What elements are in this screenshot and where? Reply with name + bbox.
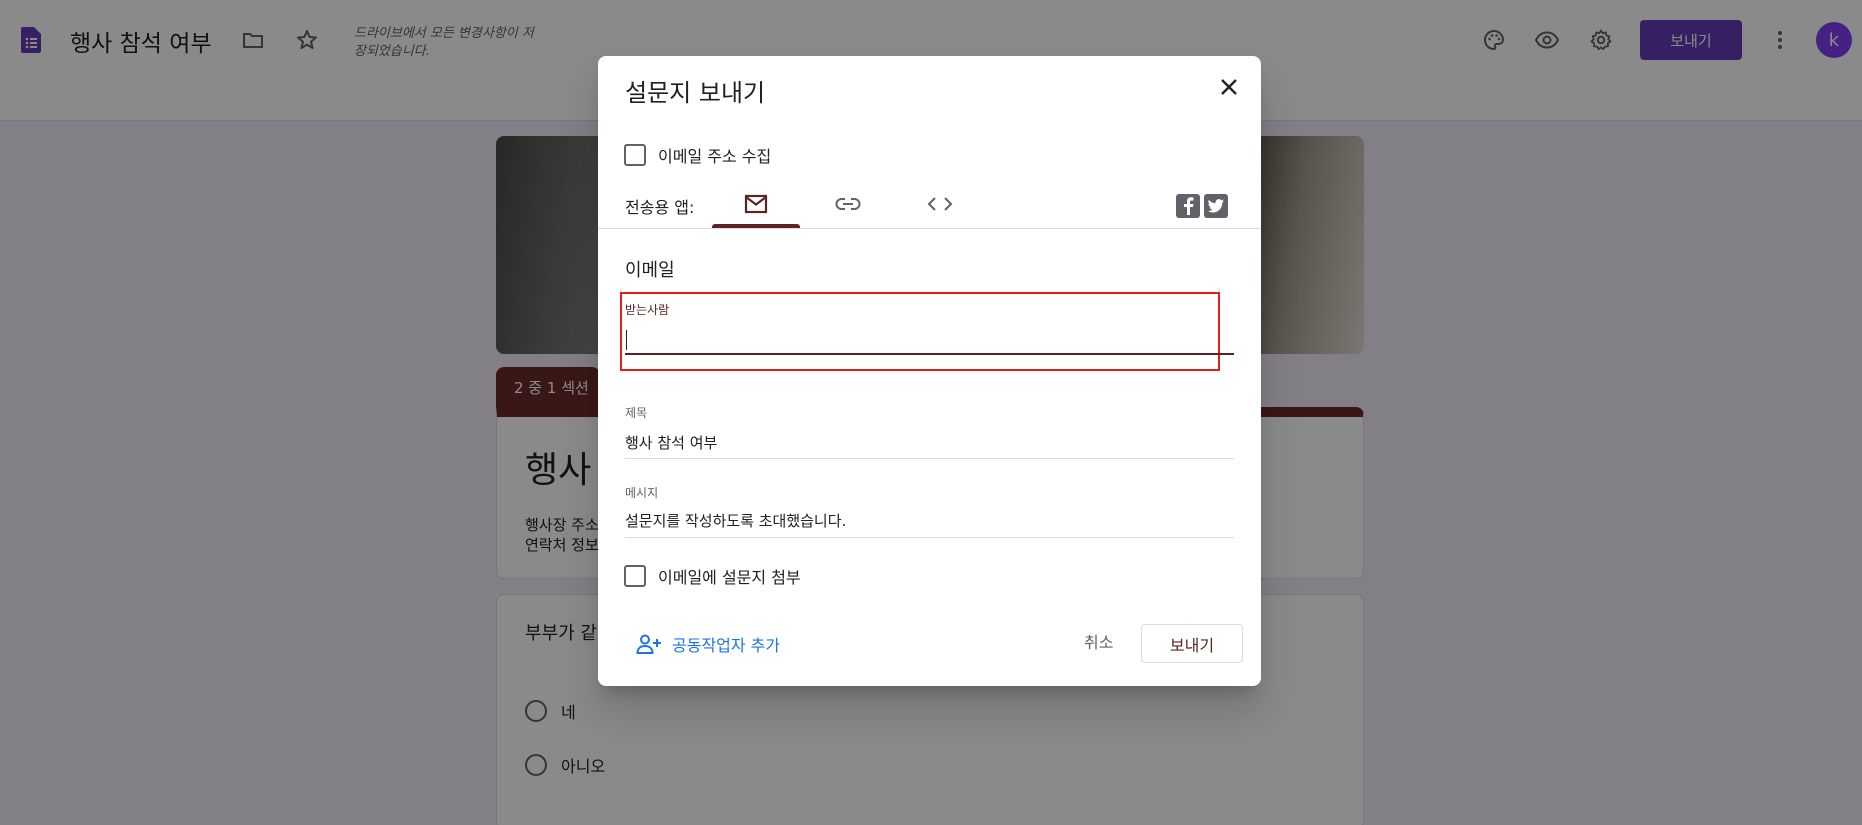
- email-section-title: 이메일: [625, 260, 675, 281]
- collect-email-label: 이메일 주소 수집: [658, 147, 772, 166]
- tab-link[interactable]: [804, 180, 892, 228]
- send-via-label: 전송용 앱:: [625, 198, 695, 217]
- subject-label: 제목: [625, 406, 648, 420]
- subject-input[interactable]: 행사 참석 여부: [625, 432, 717, 453]
- attach-form-row[interactable]: 이메일에 설문지 첨부: [624, 564, 801, 588]
- dialog-title: 설문지 보내기: [625, 79, 766, 107]
- dialog-send-button[interactable]: 보내기: [1141, 624, 1243, 663]
- collect-email-checkbox[interactable]: [624, 144, 646, 166]
- tabs-divider: [598, 228, 1261, 229]
- mail-icon: [744, 194, 768, 214]
- subject-underline: [625, 458, 1234, 459]
- add-collaborators-button[interactable]: 공동작업자 추가: [636, 632, 780, 656]
- collect-email-row[interactable]: 이메일 주소 수집: [624, 143, 771, 167]
- tab-email[interactable]: [712, 180, 800, 228]
- recipients-label: 받는사람: [625, 303, 670, 317]
- link-icon: [835, 198, 861, 210]
- send-form-dialog: 설문지 보내기 이메일 주소 수집 전송용 앱: 이메일 받는사람 제목 행사 …: [598, 56, 1261, 686]
- person-add-icon: [636, 634, 661, 654]
- code-icon: [927, 197, 953, 211]
- message-label: 메시지: [625, 486, 659, 500]
- message-underline: [625, 537, 1234, 538]
- recipients-input[interactable]: [625, 328, 1234, 350]
- attach-form-checkbox[interactable]: [624, 565, 646, 587]
- close-icon[interactable]: [1213, 71, 1245, 103]
- facebook-icon[interactable]: [1176, 194, 1200, 218]
- attach-form-label: 이메일에 설문지 첨부: [658, 568, 801, 587]
- cancel-button[interactable]: 취소: [1084, 629, 1113, 653]
- tab-embed[interactable]: [896, 180, 984, 228]
- text-cursor: [626, 330, 627, 350]
- add-collaborators-label: 공동작업자 추가: [672, 636, 781, 655]
- twitter-icon[interactable]: [1204, 194, 1228, 218]
- message-input[interactable]: 설문지를 작성하도록 초대했습니다.: [625, 510, 846, 531]
- recipients-underline: [625, 353, 1234, 355]
